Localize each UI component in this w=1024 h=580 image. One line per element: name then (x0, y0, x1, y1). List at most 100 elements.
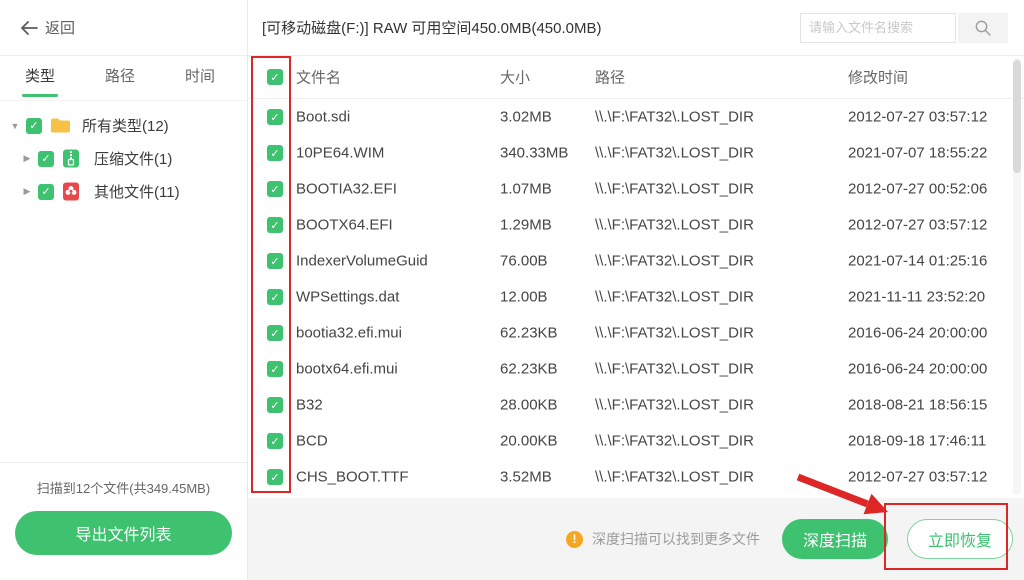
app-window: 返回 类型 路径 时间 ▼ ✓ 所有类型(12) ▶ ✓ (0, 0, 1024, 580)
column-header-path[interactable]: 路径 (595, 67, 625, 88)
table-row[interactable]: ✓ B32 28.00KB \\.\F:\FAT32\.LOST_DIR 201… (248, 387, 1024, 423)
table-row[interactable]: ✓ bootx64.efi.mui 62.23KB \\.\F:\FAT32\.… (248, 351, 1024, 387)
sidebar-footer: 扫描到12个文件(共349.45MB) 导出文件列表 (0, 462, 247, 580)
row-checkbox[interactable]: ✓ (267, 397, 283, 413)
file-mtime-cell: 2016-06-24 20:00:00 (848, 325, 987, 342)
tree-item-other-files[interactable]: ▶ ✓ 其他文件(11) (0, 175, 247, 208)
tree-item-all-types[interactable]: ▼ ✓ 所有类型(12) (0, 109, 247, 142)
file-mtime-cell: 2021-11-11 23:52:20 (848, 289, 985, 306)
table-row[interactable]: ✓ IndexerVolumeGuid 76.00B \\.\F:\FAT32\… (248, 243, 1024, 279)
file-path-cell: \\.\F:\FAT32\.LOST_DIR (595, 217, 754, 234)
expand-arrow-icon[interactable]: ▼ (8, 121, 22, 131)
deep-scan-hint: 深度扫描可以找到更多文件 (592, 529, 760, 549)
folder-icon (50, 116, 72, 136)
file-mtime-cell: 2012-07-27 03:57:12 (848, 217, 987, 234)
file-name-cell: BCD (296, 433, 328, 450)
file-path-cell: \\.\F:\FAT32\.LOST_DIR (595, 289, 754, 306)
file-path-cell: \\.\F:\FAT32\.LOST_DIR (595, 469, 754, 486)
file-size-cell: 1.29MB (500, 217, 552, 234)
row-checkbox[interactable]: ✓ (267, 433, 283, 449)
tree-checkbox[interactable]: ✓ (38, 184, 54, 200)
tab-time[interactable]: 时间 (160, 56, 240, 100)
file-name-cell: BOOTIA32.EFI (296, 181, 397, 198)
file-path-cell: \\.\F:\FAT32\.LOST_DIR (595, 361, 754, 378)
row-checkbox[interactable]: ✓ (267, 109, 283, 125)
file-size-cell: 20.00KB (500, 433, 558, 450)
row-checkbox[interactable]: ✓ (267, 181, 283, 197)
file-size-cell: 12.00B (500, 289, 548, 306)
scan-summary: 扫描到12个文件(共349.45MB) (0, 478, 247, 497)
other-file-icon (62, 182, 84, 202)
file-mtime-cell: 2021-07-07 18:55:22 (848, 145, 987, 162)
file-type-tree: ▼ ✓ 所有类型(12) ▶ ✓ 压缩文件(1) ▶ ✓ (0, 101, 247, 208)
sidebar: 返回 类型 路径 时间 ▼ ✓ 所有类型(12) ▶ ✓ (0, 0, 248, 580)
file-name-cell: bootx64.efi.mui (296, 361, 398, 378)
scrollbar-thumb[interactable] (1013, 60, 1021, 173)
file-path-cell: \\.\F:\FAT32\.LOST_DIR (595, 109, 754, 126)
back-arrow-icon (20, 21, 38, 35)
file-path-cell: \\.\F:\FAT32\.LOST_DIR (595, 253, 754, 270)
file-size-cell: 3.02MB (500, 109, 552, 126)
expand-arrow-icon[interactable]: ▶ (20, 153, 34, 164)
table-row[interactable]: ✓ BOOTIA32.EFI 1.07MB \\.\F:\FAT32\.LOST… (248, 171, 1024, 207)
column-header-mtime[interactable]: 修改时间 (848, 67, 908, 88)
select-all-checkbox[interactable]: ✓ (267, 69, 283, 85)
deep-scan-button[interactable]: 深度扫描 (782, 519, 888, 559)
main-panel: [可移动磁盘(F:)] RAW 可用空间450.0MB(450.0MB) ✓ 文… (248, 0, 1024, 580)
table-row[interactable]: ✓ bootia32.efi.mui 62.23KB \\.\F:\FAT32\… (248, 315, 1024, 351)
row-checkbox[interactable]: ✓ (267, 217, 283, 233)
file-path-cell: \\.\F:\FAT32\.LOST_DIR (595, 433, 754, 450)
file-table: ✓ Boot.sdi 3.02MB \\.\F:\FAT32\.LOST_DIR… (248, 99, 1024, 495)
file-mtime-cell: 2018-08-21 18:56:15 (848, 397, 987, 414)
table-row[interactable]: ✓ CHS_BOOT.TTF 3.52MB \\.\F:\FAT32\.LOST… (248, 459, 1024, 495)
row-checkbox[interactable]: ✓ (267, 253, 283, 269)
column-header-name[interactable]: 文件名 (296, 67, 341, 88)
row-checkbox[interactable]: ✓ (267, 361, 283, 377)
tree-item-archive-files[interactable]: ▶ ✓ 压缩文件(1) (0, 142, 247, 175)
recover-now-button[interactable]: 立即恢复 (907, 519, 1013, 559)
file-mtime-cell: 2018-09-18 17:46:11 (848, 433, 986, 450)
table-row[interactable]: ✓ BOOTX64.EFI 1.29MB \\.\F:\FAT32\.LOST_… (248, 207, 1024, 243)
warning-icon: ! (566, 531, 583, 548)
search-input[interactable] (800, 13, 956, 43)
scrollbar-track[interactable] (1013, 58, 1021, 495)
file-path-cell: \\.\F:\FAT32\.LOST_DIR (595, 325, 754, 342)
tab-type[interactable]: 类型 (0, 56, 80, 100)
search-button[interactable] (958, 13, 1008, 43)
file-mtime-cell: 2021-07-14 01:25:16 (848, 253, 987, 270)
file-path-cell: \\.\F:\FAT32\.LOST_DIR (595, 397, 754, 414)
file-name-cell: BOOTX64.EFI (296, 217, 393, 234)
export-file-list-button[interactable]: 导出文件列表 (15, 511, 232, 555)
row-checkbox[interactable]: ✓ (267, 325, 283, 341)
file-path-cell: \\.\F:\FAT32\.LOST_DIR (595, 145, 754, 162)
row-checkbox[interactable]: ✓ (267, 469, 283, 485)
column-header-size[interactable]: 大小 (500, 67, 530, 88)
table-row[interactable]: ✓ BCD 20.00KB \\.\F:\FAT32\.LOST_DIR 201… (248, 423, 1024, 459)
tree-item-label: 其他文件(11) (94, 181, 180, 202)
file-name-cell: IndexerVolumeGuid (296, 253, 428, 270)
file-name-cell: WPSettings.dat (296, 289, 399, 306)
tree-item-label: 所有类型(12) (82, 115, 169, 136)
file-name-cell: B32 (296, 397, 323, 414)
file-mtime-cell: 2012-07-27 03:57:12 (848, 469, 987, 486)
table-row[interactable]: ✓ WPSettings.dat 12.00B \\.\F:\FAT32\.LO… (248, 279, 1024, 315)
page-title: [可移动磁盘(F:)] RAW 可用空间450.0MB(450.0MB) (248, 17, 602, 38)
sidebar-tabs: 类型 路径 时间 (0, 56, 247, 101)
row-checkbox[interactable]: ✓ (267, 145, 283, 161)
file-name-cell: 10PE64.WIM (296, 145, 384, 162)
file-size-cell: 76.00B (500, 253, 548, 270)
file-size-cell: 62.23KB (500, 325, 558, 342)
file-size-cell: 62.23KB (500, 361, 558, 378)
file-name-cell: bootia32.efi.mui (296, 325, 402, 342)
row-checkbox[interactable]: ✓ (267, 289, 283, 305)
table-row[interactable]: ✓ Boot.sdi 3.02MB \\.\F:\FAT32\.LOST_DIR… (248, 99, 1024, 135)
search-box (800, 13, 1008, 43)
tree-checkbox[interactable]: ✓ (38, 151, 54, 167)
file-path-cell: \\.\F:\FAT32\.LOST_DIR (595, 181, 754, 198)
tree-checkbox[interactable]: ✓ (26, 118, 42, 134)
tab-path[interactable]: 路径 (80, 56, 160, 100)
back-button[interactable]: 返回 (20, 17, 75, 38)
table-row[interactable]: ✓ 10PE64.WIM 340.33MB \\.\F:\FAT32\.LOST… (248, 135, 1024, 171)
expand-arrow-icon[interactable]: ▶ (20, 186, 34, 197)
file-mtime-cell: 2016-06-24 20:00:00 (848, 361, 987, 378)
